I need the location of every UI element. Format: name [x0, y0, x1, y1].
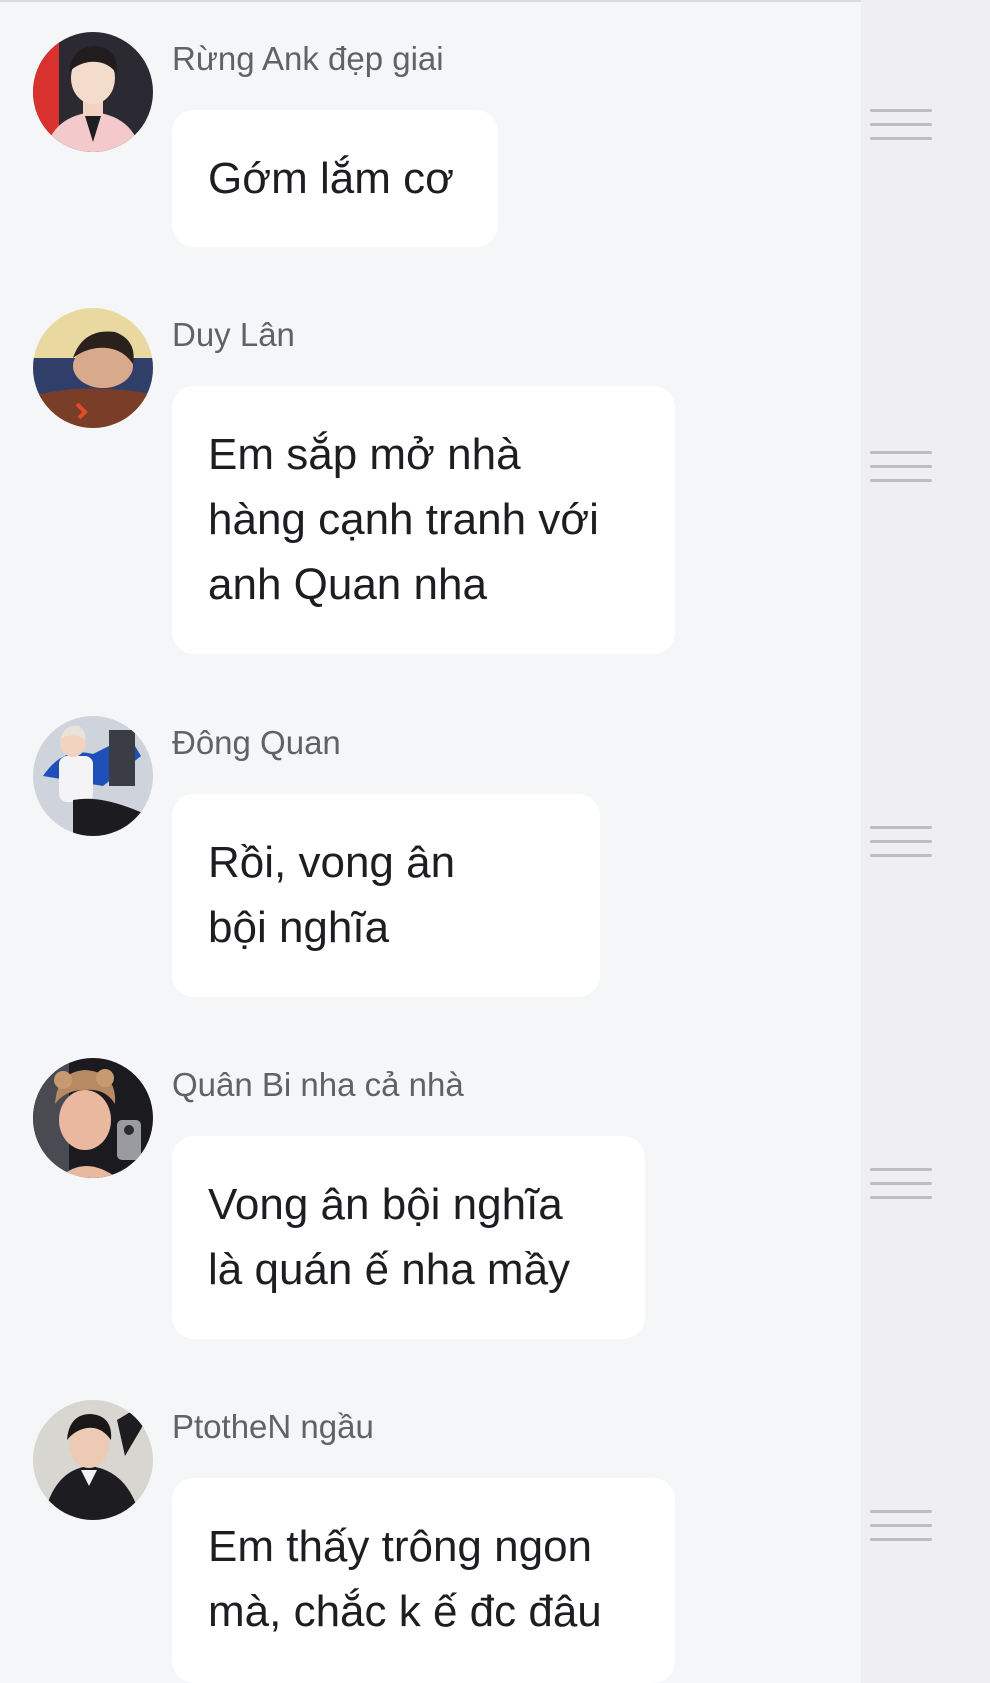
avatar[interactable] — [33, 1058, 153, 1178]
message-text: Gớm lắm cơ — [208, 154, 454, 203]
message-text: Vong ân bội nghĩa là quán ế nha mầy — [208, 1180, 571, 1294]
message-bubble[interactable]: Em thấy trông ngon mà, chắc k ế đc đâu — [172, 1478, 675, 1683]
message-text: Em sắp mở nhà hàng cạnh tranh với anh Qu… — [208, 430, 599, 609]
avatar-boy-black-outfit-icon — [33, 1400, 153, 1520]
avatar[interactable] — [33, 1400, 153, 1520]
avatar-boy-sleeping-icon — [33, 308, 153, 428]
sender-name: Rừng Ank đẹp giai — [172, 40, 444, 77]
sender-name: Quân Bi nha cả nhà — [172, 1066, 464, 1103]
drag-handle-icon[interactable] — [868, 824, 934, 862]
top-divider — [0, 0, 990, 2]
drag-handle-icon[interactable] — [868, 1166, 934, 1204]
message-bubble[interactable]: Gớm lắm cơ — [172, 110, 498, 247]
drag-handle-icon[interactable] — [868, 107, 934, 145]
sender-name: Duy Lân — [172, 316, 295, 353]
avatar[interactable] — [33, 32, 153, 152]
drag-handle-icon[interactable] — [868, 1508, 934, 1546]
avatar-boy-blue-jacket-icon — [33, 716, 153, 836]
avatar[interactable] — [33, 716, 153, 836]
avatar[interactable] — [33, 308, 153, 428]
message-text: Em thấy trông ngon mà, chắc k ế đc đâu — [208, 1522, 602, 1636]
avatar-boy-curly-hair-icon — [33, 1058, 153, 1178]
message-bubble[interactable]: Vong ân bội nghĩa là quán ế nha mầy — [172, 1136, 645, 1339]
message-bubble[interactable]: Em sắp mở nhà hàng cạnh tranh với anh Qu… — [172, 386, 675, 654]
sender-name: Đông Quan — [172, 724, 341, 761]
message-text: Rồi, vong ân bội nghĩa — [208, 838, 456, 952]
drag-handle-icon[interactable] — [868, 449, 934, 487]
avatar-boy-pink-jacket-icon — [33, 32, 153, 152]
message-bubble[interactable]: Rồi, vong ân bội nghĩa — [172, 794, 600, 997]
sender-name: PtotheN ngầu — [172, 1408, 374, 1445]
